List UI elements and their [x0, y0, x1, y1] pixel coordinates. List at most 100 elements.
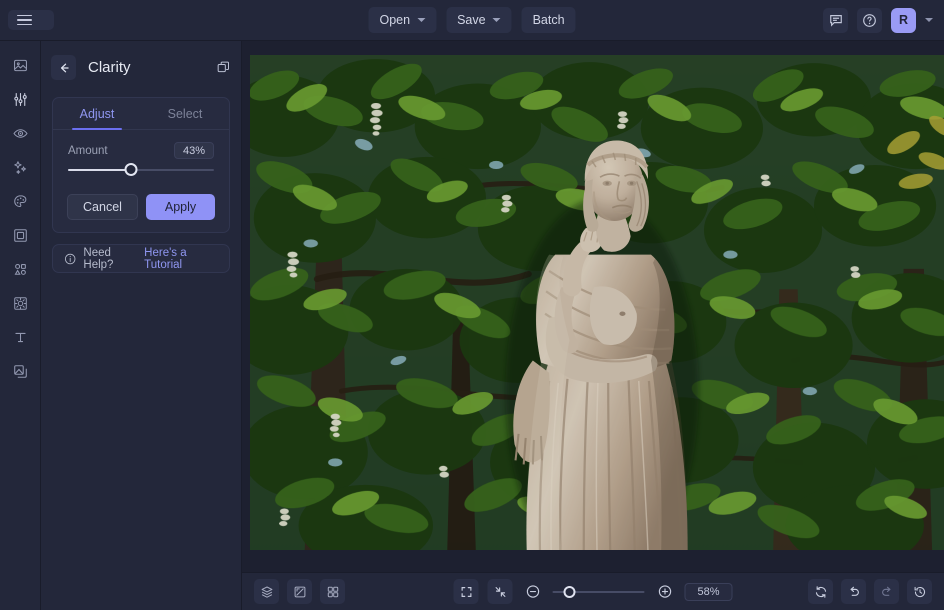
- feedback-button[interactable]: [823, 7, 848, 33]
- open-button[interactable]: Open: [368, 7, 437, 33]
- slider-thumb[interactable]: [124, 163, 138, 176]
- sidebar-item-frame-tool[interactable]: [6, 223, 35, 248]
- refresh-button[interactable]: [808, 579, 833, 604]
- fit-screen-icon: [461, 586, 471, 597]
- collapse-arrows-icon: [495, 586, 505, 597]
- bottom-toolbar: 58%: [242, 572, 944, 610]
- apply-button[interactable]: Apply: [146, 194, 215, 220]
- batch-label: Batch: [532, 13, 565, 27]
- zoom-level-value[interactable]: 58%: [684, 582, 733, 601]
- grid-button[interactable]: [320, 579, 345, 604]
- page-title: Clarity: [88, 59, 131, 76]
- tab-select-label: Select: [167, 107, 203, 121]
- sidebar-item-retouch-tool[interactable]: [6, 121, 35, 146]
- sidebar-item-color-tool[interactable]: [6, 189, 35, 214]
- help-button[interactable]: [857, 7, 882, 33]
- statue-foliage-photo: [250, 55, 944, 550]
- sidebar-item-overlay-tool[interactable]: [6, 291, 35, 316]
- copy-icon: [217, 61, 229, 73]
- history-button[interactable]: [907, 579, 932, 604]
- redo-arrow-icon: [881, 586, 891, 596]
- zoom-slider[interactable]: [552, 584, 645, 600]
- tab-select[interactable]: Select: [141, 98, 229, 129]
- palette-icon: [13, 195, 26, 208]
- sidebar-item-image-tool[interactable]: [6, 53, 35, 78]
- compare-split-icon: [294, 586, 305, 597]
- bottom-left-tools: [254, 579, 345, 604]
- text-icon: [14, 332, 26, 343]
- chevron-down-icon: [492, 18, 501, 22]
- back-button[interactable]: [51, 55, 76, 80]
- save-button[interactable]: Save: [446, 7, 512, 33]
- app-menu-button[interactable]: [8, 9, 54, 31]
- frame-icon: [13, 229, 27, 242]
- tool-panel: Clarity Adjust Select Amount 43% Cancel …: [41, 41, 242, 610]
- minus-circle-icon: [526, 585, 539, 598]
- plus-circle-icon: [658, 585, 671, 598]
- hamburger-icon: [17, 14, 32, 26]
- sparkles-icon: [13, 161, 26, 174]
- editor-body: Clarity Adjust Select Amount 43% Cancel …: [0, 41, 944, 610]
- image-stage[interactable]: [242, 41, 944, 572]
- info-circle-icon: [64, 253, 76, 264]
- layers-stack-icon: [261, 586, 272, 598]
- help-text: Need Help?: [83, 246, 114, 271]
- tool-rail: [0, 41, 41, 610]
- shapes-icon: [14, 263, 26, 275]
- sidebar-item-shapes-tool[interactable]: [6, 257, 35, 282]
- compare-button[interactable]: [287, 579, 312, 604]
- avatar[interactable]: R: [891, 7, 916, 33]
- zoom-controls: 58%: [453, 579, 733, 604]
- sliders-icon: [13, 92, 27, 107]
- panel-action-row: Cancel Apply: [53, 181, 229, 220]
- sidebar-item-adjust-tool[interactable]: [6, 87, 35, 112]
- cancel-button[interactable]: Cancel: [67, 194, 138, 220]
- panel-header: Clarity: [41, 47, 241, 88]
- tab-adjust[interactable]: Adjust: [53, 98, 141, 130]
- sidebar-item-text-tool[interactable]: [6, 325, 35, 350]
- bottom-right-tools: [808, 579, 932, 604]
- chevron-down-icon: [417, 18, 426, 22]
- panel-tabs: Adjust Select: [53, 98, 229, 130]
- refresh-icon: [815, 585, 826, 598]
- zoom-slider-thumb[interactable]: [563, 585, 576, 598]
- eye-icon: [12, 129, 28, 138]
- redo-button[interactable]: [874, 579, 899, 604]
- undo-button[interactable]: [841, 579, 866, 604]
- top-toolbar: Open Save Batch R: [0, 0, 944, 41]
- chat-bubble-icon: [829, 15, 842, 27]
- slider-fill: [68, 169, 131, 171]
- undo-arrow-icon: [849, 586, 859, 596]
- open-label: Open: [379, 13, 411, 27]
- amount-slider-row: Amount 43%: [53, 130, 229, 159]
- stack-icon: [13, 365, 27, 378]
- help-link[interactable]: Here's a Tutorial: [144, 247, 218, 271]
- sidebar-item-layers-tool[interactable]: [6, 359, 35, 384]
- batch-button[interactable]: Batch: [521, 7, 576, 33]
- question-circle-icon: [863, 13, 876, 27]
- fit-screen-button[interactable]: [453, 579, 479, 604]
- shrink-button[interactable]: [487, 579, 513, 604]
- arrow-left-icon: [60, 63, 69, 72]
- account-actions-group: R: [823, 7, 933, 33]
- canvas-area: 58%: [242, 41, 944, 610]
- grid-four-icon: [327, 586, 338, 597]
- tab-adjust-label: Adjust: [79, 107, 115, 121]
- duplicate-button[interactable]: [216, 60, 231, 75]
- amount-slider[interactable]: [53, 159, 229, 181]
- image-icon: [13, 59, 27, 72]
- clock-history-icon: [914, 586, 925, 597]
- account-chevron-down-icon[interactable]: [925, 18, 933, 22]
- sidebar-item-effects-tool[interactable]: [6, 155, 35, 180]
- overlay-icon: [13, 297, 27, 310]
- photo-editor-app: Open Save Batch R Clarity Adjust Select …: [0, 0, 944, 610]
- zoom-in-button[interactable]: [654, 581, 676, 603]
- layers-button[interactable]: [254, 579, 279, 604]
- edited-photo[interactable]: [250, 55, 944, 550]
- file-actions-group: Open Save Batch: [368, 7, 576, 33]
- amount-label: Amount: [68, 144, 108, 157]
- amount-value[interactable]: 43%: [174, 142, 214, 159]
- save-label: Save: [457, 13, 486, 27]
- zoom-out-button[interactable]: [522, 581, 544, 603]
- help-banner[interactable]: Need Help? Here's a Tutorial: [52, 244, 230, 273]
